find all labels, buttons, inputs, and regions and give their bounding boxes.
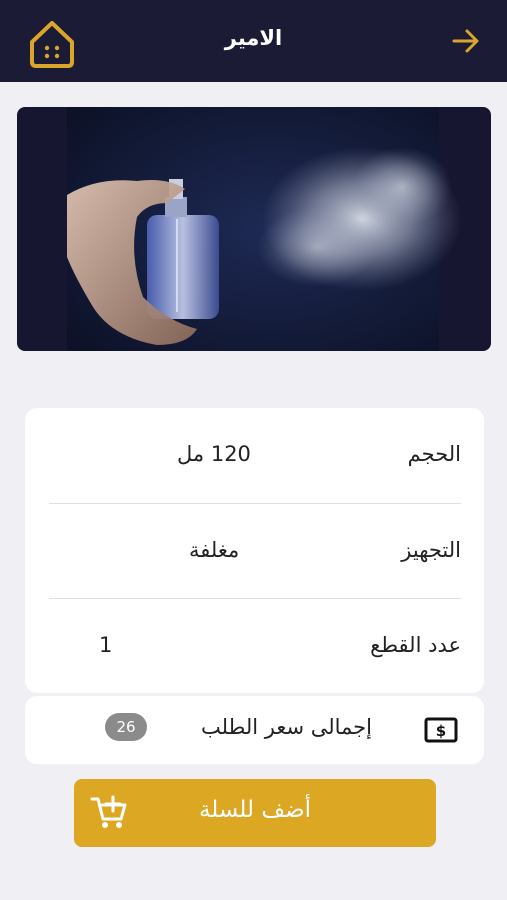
add-to-cart-button[interactable]: أضف للسلة: [74, 779, 436, 847]
svg-text:$: $: [436, 722, 446, 740]
packaging-label: التجهيز: [401, 538, 461, 562]
size-label: الحجم: [407, 442, 461, 466]
arrow-right-icon[interactable]: [451, 26, 481, 56]
detail-row-packaging: التجهيز مغلفة: [49, 504, 461, 598]
total-price-badge: 26: [105, 713, 147, 741]
app-header: الامير: [0, 0, 507, 82]
order-total-bar: 26 إجمالى سعر الطلب $: [25, 696, 484, 764]
product-details-card: الحجم 120 مل التجهيز مغلفة عدد القطع 1: [25, 408, 484, 693]
packaging-value: مغلفة: [189, 538, 240, 562]
detail-row-quantity: عدد القطع 1: [49, 599, 461, 693]
quantity-value: 1: [99, 633, 113, 657]
money-icon: $: [424, 717, 458, 743]
add-to-cart-label: أضف للسلة: [198, 797, 312, 823]
page-title: الامير: [224, 26, 283, 50]
perfume-spray-photo: [67, 107, 462, 351]
size-value: 120 مل: [177, 442, 251, 466]
quantity-label: عدد القطع: [370, 633, 461, 657]
detail-row-size: الحجم 120 مل: [49, 408, 461, 502]
product-image: [17, 107, 491, 351]
total-price-label: إجمالى سعر الطلب: [201, 715, 372, 739]
